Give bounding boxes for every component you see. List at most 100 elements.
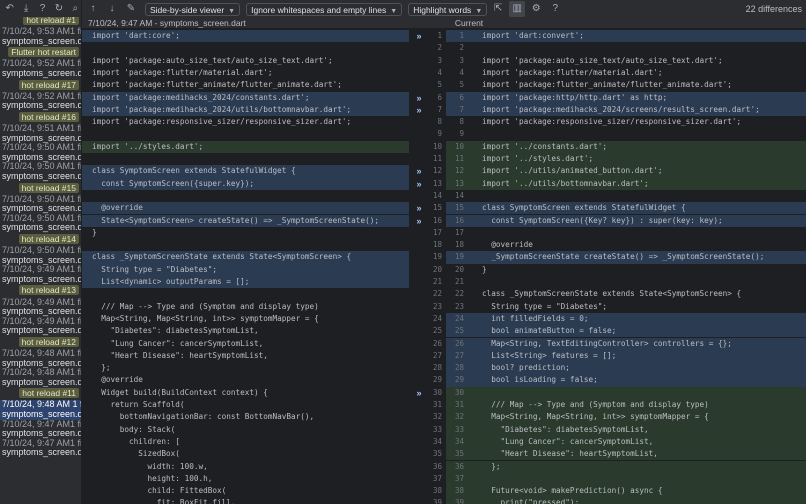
history-entry[interactable]: 7/10/24, 9:50 AM1 file xyxy=(0,162,81,172)
code-line[interactable]: import '../utils/animated_button.dart'; xyxy=(446,165,806,178)
code-line[interactable]: import '../constants.dart'; xyxy=(446,140,806,153)
code-line[interactable]: }; xyxy=(82,362,409,374)
prev-difference-icon[interactable]: ↑ xyxy=(85,1,101,17)
code-line[interactable] xyxy=(446,190,806,202)
history-entry[interactable]: 7/10/24, 9:48 AM1 file xyxy=(0,368,81,378)
code-line[interactable]: "Lung Cancer": cancerSymptomList, xyxy=(446,435,806,449)
history-file[interactable]: symptoms_screen.dart xyxy=(0,359,81,369)
history-entry[interactable]: 7/10/24, 9:50 AM1 file xyxy=(0,143,81,153)
history-entry[interactable]: 7/10/24, 9:50 AM1 file xyxy=(0,246,81,256)
code-line[interactable]: import 'package:flutter/material.dart'; xyxy=(446,67,806,79)
code-line[interactable]: import 'package:auto_size_text/auto_size… xyxy=(82,55,409,67)
history-entry[interactable]: 7/10/24, 9:50 AM1 file xyxy=(0,195,81,205)
code-line[interactable]: import 'package:flutter/material.dart'; xyxy=(82,67,409,79)
settings-gear-icon[interactable]: ⚙ xyxy=(528,1,544,17)
apply-change-icon[interactable]: » xyxy=(413,215,425,227)
code-line[interactable]: import '../utils/bottomnavbar.dart'; xyxy=(446,177,806,190)
history-label[interactable]: hot reload #15 xyxy=(0,182,81,195)
history-file[interactable]: symptoms_screen.dart xyxy=(0,275,81,285)
code-line[interactable]: "Heart Disease": heartSymptomList, xyxy=(82,350,409,362)
code-line[interactable]: return Scaffold( xyxy=(82,399,409,411)
revert-icon[interactable]: ↶ xyxy=(3,2,16,16)
code-line[interactable]: import '../styles.dart'; xyxy=(82,140,409,153)
code-line[interactable] xyxy=(82,128,409,140)
history-file[interactable]: symptoms_screen.dart xyxy=(0,256,81,266)
history-label[interactable]: Flutter hot restart xyxy=(0,46,81,59)
sync-scroll-icon[interactable]: ▥ xyxy=(509,1,526,17)
right-editor[interactable]: import 'dart:convert'; import 'package:au… xyxy=(446,28,806,504)
code-line[interactable] xyxy=(82,42,409,54)
code-line[interactable]: Map<String, Map<String, int>> symptomMap… xyxy=(446,411,806,424)
history-file[interactable]: symptoms_screen.dart xyxy=(0,326,81,336)
code-line[interactable]: _SymptomScreenState createState() => _Sy… xyxy=(446,251,806,264)
apply-change-icon[interactable]: » xyxy=(413,387,425,399)
code-line[interactable]: width: 100.w, xyxy=(82,461,409,473)
apply-change-icon[interactable]: » xyxy=(413,165,425,177)
left-editor[interactable]: import 'dart:core'; import 'package:auto_… xyxy=(82,28,409,504)
code-line[interactable]: import 'package:responsive_sizer/respons… xyxy=(82,116,409,128)
code-line[interactable]: fit: BoxFit.fill, xyxy=(82,497,409,504)
code-line[interactable]: } xyxy=(82,227,409,239)
apply-change-icon[interactable]: » xyxy=(413,30,425,42)
history-label[interactable]: hot reload #11 xyxy=(0,387,81,400)
code-line[interactable]: import 'package:medihacks_2024/constants… xyxy=(82,91,409,104)
code-line[interactable] xyxy=(446,42,806,54)
history-file[interactable]: symptoms_screen.dart xyxy=(0,204,81,214)
download-icon[interactable]: ⤓ xyxy=(19,2,32,16)
history-entry[interactable]: 7/10/24, 9:53 AM1 file xyxy=(0,27,81,37)
code-line[interactable]: import 'package:medihacks_2024/screens/r… xyxy=(446,103,806,117)
history-file[interactable]: symptoms_screen.dart xyxy=(0,378,81,388)
highlight-dropdown[interactable]: Highlight words ▼ xyxy=(408,2,488,16)
whitespace-dropdown[interactable]: Ignore whitespaces and empty lines ▼ xyxy=(246,2,403,16)
code-line[interactable]: import 'package:medihacks_2024/utils/bot… xyxy=(82,103,409,117)
code-line[interactable]: print("pressed"); xyxy=(446,497,806,504)
code-line[interactable] xyxy=(82,153,409,165)
history-entry[interactable]: 7/10/24, 9:48 AM 1 file xyxy=(0,400,81,411)
code-line[interactable]: Map<String, TextEditingController> contr… xyxy=(446,337,806,350)
help-icon[interactable]: ? xyxy=(36,2,49,16)
history-file[interactable]: symptoms_screen.dart xyxy=(0,69,81,79)
code-line[interactable] xyxy=(446,386,806,399)
history-label[interactable]: hot reload #12 xyxy=(0,336,81,349)
code-line[interactable]: import 'dart:core'; xyxy=(82,30,409,43)
history-entry[interactable]: 7/10/24, 9:52 AM1 file xyxy=(0,59,81,69)
history-file[interactable]: symptoms_screen.dart xyxy=(0,448,81,458)
code-line[interactable]: int filledFields = 0; xyxy=(446,312,806,326)
collapse-unchanged-icon[interactable]: ⇱ xyxy=(490,1,506,17)
code-line[interactable] xyxy=(446,472,806,486)
code-line[interactable]: "Lung Cancer": cancerSymptomList, xyxy=(82,338,409,350)
history-entry[interactable]: 7/10/24, 9:49 AM1 file xyxy=(0,317,81,327)
code-line[interactable] xyxy=(446,227,806,239)
apply-change-icon[interactable]: » xyxy=(413,104,425,116)
code-line[interactable]: SizedBox( xyxy=(82,448,409,460)
code-line[interactable]: children: [ xyxy=(82,436,409,448)
help-icon[interactable]: ? xyxy=(547,1,563,17)
history-file[interactable]: symptoms_screen.dart xyxy=(0,307,81,317)
code-line[interactable] xyxy=(82,288,409,300)
code-line[interactable]: "Diabetes": diabetesSymptomList, xyxy=(82,325,409,337)
code-line[interactable]: import 'package:flutter_animate/flutter_… xyxy=(446,79,806,91)
apply-change-icon[interactable]: » xyxy=(413,92,425,104)
code-line[interactable]: class SymptomScreen extends StatefulWidg… xyxy=(446,202,806,215)
code-line[interactable]: body: Stack( xyxy=(82,424,409,436)
code-line[interactable]: import 'package:auto_size_text/auto_size… xyxy=(446,55,806,67)
code-line[interactable]: bool? prediction; xyxy=(446,362,806,375)
code-line[interactable]: "Diabetes": diabetesSymptomList, xyxy=(446,423,806,436)
code-line[interactable]: String type = "Diabetes"; xyxy=(82,263,409,276)
history-entry[interactable]: 7/10/24, 9:51 AM1 file xyxy=(0,124,81,134)
history-file[interactable]: symptoms_screen.dart xyxy=(0,223,81,233)
code-line[interactable]: String type = "Diabetes"; xyxy=(446,301,806,313)
code-line[interactable]: /// Map --> Type and (Symptom and displa… xyxy=(446,399,806,412)
code-line[interactable]: State<SymptomScreen> createState() => _S… xyxy=(82,214,409,227)
code-line[interactable]: bool animateButton = false; xyxy=(446,325,806,338)
code-line[interactable]: Map<String, Map<String, int>> symptomMap… xyxy=(82,313,409,325)
history-entry[interactable]: 7/10/24, 9:49 AM1 file xyxy=(0,298,81,308)
code-line[interactable]: import 'package:responsive_sizer/respons… xyxy=(446,116,806,128)
history-entry[interactable]: 7/10/24, 9:50 AM1 file xyxy=(0,214,81,224)
apply-change-icon[interactable]: » xyxy=(413,178,425,190)
code-line[interactable]: @override xyxy=(446,239,806,251)
history-entry[interactable]: 7/10/24, 9:47 AM1 file xyxy=(0,420,81,430)
history-entry[interactable]: 7/10/24, 9:48 AM1 file xyxy=(0,349,81,359)
code-line[interactable]: import '../styles.dart'; xyxy=(446,153,806,166)
code-line[interactable]: const SymptomScreen({Key? key}) : super(… xyxy=(446,214,806,227)
